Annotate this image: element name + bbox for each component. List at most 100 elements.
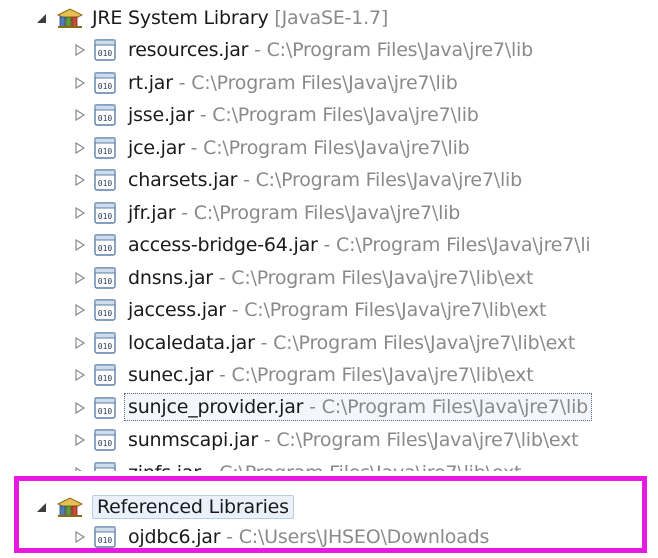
collapsed-triangle-icon[interactable] — [73, 206, 87, 220]
jar-path: C:\Program Files\Java\jre7\lib\ext — [219, 462, 521, 471]
tree-node-jar[interactable]: 010 sunec.jar - C:\Program Files\Java\jre… — [0, 359, 658, 391]
jar-label: charsets.jar - C:\Program Files\Java\jre… — [128, 167, 522, 193]
jar-icon: 010 — [94, 429, 116, 451]
jar-separator: - — [184, 137, 204, 159]
jre-version-decoration: [JavaSE-1.7] — [274, 7, 389, 29]
collapsed-triangle-icon[interactable] — [73, 336, 87, 350]
jar-name: sunmscapi.jar — [128, 429, 258, 451]
jar-icon: 010 — [94, 234, 116, 256]
jre-library-label: JRE System Library [JavaSE-1.7] — [92, 5, 388, 31]
jar-path: C:\Program Files\Java\jre7\lib — [255, 169, 523, 191]
tree-node-jar[interactable]: 010 sunjce_provider.jar - C:\Program File… — [0, 392, 658, 424]
svg-text:010: 010 — [98, 439, 113, 448]
collapsed-triangle-icon[interactable] — [73, 303, 87, 317]
jar-icon: 010 — [94, 39, 116, 61]
jar-icon: 010 — [94, 364, 116, 386]
jar-name: resources.jar — [128, 39, 249, 61]
jar-name: rt.jar — [128, 72, 173, 94]
jar-path: C:\Program Files\Java\jre7\lib — [203, 137, 470, 159]
jar-icon: 010 — [94, 202, 116, 224]
tree-node-jar[interactable]: 010 access-bridge-64.jar - C:\Program Fil… — [0, 229, 658, 261]
collapsed-triangle-icon[interactable] — [73, 401, 87, 415]
jar-path: C:\Program Files\Java\jre7\lib — [266, 39, 534, 61]
svg-text:010: 010 — [98, 179, 113, 188]
jar-icon: 010 — [94, 299, 116, 321]
jar-label: localedata.jar - C:\Program Files\Java\j… — [128, 330, 575, 356]
library-icon — [57, 497, 83, 517]
jar-name: jsse.jar — [128, 104, 194, 126]
jar-icon: 010 — [94, 397, 116, 419]
jar-path: C:\Program Files\Java\jre7\lib\ext — [244, 299, 547, 321]
collapsed-triangle-icon[interactable] — [73, 466, 87, 471]
jar-path: C:\Program Files\Java\jre7\lib\ext — [276, 429, 579, 451]
jar-label: jaccess.jar - C:\Program Files\Java\jre7… — [128, 297, 546, 323]
jar-separator: - — [303, 396, 322, 418]
tree-node-jar[interactable]: 010 dnsns.jar - C:\Program Files\Java\jre… — [0, 262, 658, 294]
collapsed-triangle-icon[interactable] — [73, 43, 87, 57]
jar-separator: - — [237, 169, 256, 191]
jar-label: zipfs.jar - C:\Program Files\Java\jre7\l… — [128, 460, 521, 471]
jar-separator: - — [193, 104, 213, 126]
referenced-libraries-name: Referenced Libraries — [92, 495, 294, 519]
jar-separator: - — [201, 462, 219, 471]
svg-text:010: 010 — [98, 374, 113, 383]
tree-node-jre-system-library[interactable]: JRE System Library [JavaSE-1.7] — [0, 2, 658, 34]
jar-label: sunec.jar - C:\Program Files\Java\jre7\l… — [128, 362, 534, 388]
tree-node-jar[interactable]: 010 localedata.jar - C:\Program Files\Jav… — [0, 327, 658, 359]
package-explorer-tree: JRE System Library [JavaSE-1.7] 010 resou… — [0, 0, 658, 558]
jar-icon: 010 — [94, 72, 116, 94]
tree-node-jar[interactable]: 010 zipfs.jar - C:\Program Files\Java\jre… — [0, 457, 658, 471]
svg-text:010: 010 — [98, 114, 113, 123]
jar-label: sunjce_provider.jar - C:\Program Files\J… — [124, 393, 593, 421]
jar-icon: 010 — [94, 137, 116, 159]
jar-label: sunmscapi.jar - C:\Program Files\Java\jr… — [128, 427, 579, 453]
tree-node-jar[interactable]: 010 ojdbc6.jar - C:\Users\JHSEO\Downloads — [0, 521, 658, 553]
svg-text:010: 010 — [98, 244, 113, 253]
tree-node-referenced-libraries[interactable]: Referenced Libraries — [0, 491, 640, 523]
expanded-triangle-icon[interactable] — [34, 11, 48, 25]
expanded-triangle-icon[interactable] — [34, 500, 48, 514]
tree-node-jar[interactable]: 010 jaccess.jar - C:\Program Files\Java\j… — [0, 294, 658, 326]
jar-name: jce.jar — [128, 137, 185, 159]
jar-name: dnsns.jar — [128, 267, 213, 289]
jar-name: access-bridge-64.jar — [128, 234, 318, 256]
collapsed-triangle-icon[interactable] — [73, 141, 87, 155]
tree-node-jar[interactable]: 010 charsets.jar - C:\Program Files\Java\… — [0, 164, 658, 196]
svg-text:010: 010 — [98, 212, 113, 221]
svg-text:010: 010 — [98, 82, 113, 91]
tree-node-jar[interactable]: 010 jce.jar - C:\Program Files\Java\jre7\… — [0, 132, 658, 164]
tree-node-jar[interactable]: 010 rt.jar - C:\Program Files\Java\jre7\l… — [0, 67, 658, 99]
jar-name: sunec.jar — [128, 364, 214, 386]
jar-separator: - — [248, 39, 267, 61]
svg-text:010: 010 — [98, 407, 113, 416]
jar-path: C:\Program Files\Java\jre7\lib\ext — [273, 332, 576, 354]
tree-node-jar[interactable]: 010 sunmscapi.jar - C:\Program Files\Java… — [0, 424, 658, 456]
jar-separator: - — [220, 526, 239, 548]
jar-icon: 010 — [94, 462, 116, 471]
collapsed-triangle-icon[interactable] — [73, 368, 87, 382]
collapsed-triangle-icon[interactable] — [73, 530, 87, 544]
svg-text:010: 010 — [98, 49, 113, 58]
collapsed-triangle-icon[interactable] — [73, 76, 87, 90]
library-icon — [57, 8, 83, 28]
jar-path: C:\Program Files\Java\jre7\lib — [191, 72, 458, 94]
jar-label: ojdbc6.jar - C:\Users\JHSEO\Downloads — [128, 524, 489, 550]
jar-name: charsets.jar — [128, 169, 238, 191]
tree-node-jar[interactable]: 010 jsse.jar - C:\Program Files\Java\jre7… — [0, 99, 658, 131]
jar-separator: - — [212, 267, 232, 289]
collapsed-triangle-icon[interactable] — [73, 238, 87, 252]
jar-label: jsse.jar - C:\Program Files\Java\jre7\li… — [128, 102, 479, 128]
collapsed-triangle-icon[interactable] — [73, 108, 87, 122]
tree-node-jar[interactable]: 010 resources.jar - C:\Program Files\Java… — [0, 34, 658, 66]
jar-separator: - — [225, 299, 245, 321]
jar-label: resources.jar - C:\Program Files\Java\jr… — [128, 37, 533, 63]
jar-label: dnsns.jar - C:\Program Files\Java\jre7\l… — [128, 265, 533, 291]
jar-icon: 010 — [94, 267, 116, 289]
collapsed-triangle-icon[interactable] — [73, 433, 87, 447]
jar-separator: - — [258, 429, 277, 451]
svg-text:010: 010 — [98, 536, 113, 545]
tree-node-jar[interactable]: 010 jfr.jar - C:\Program Files\Java\jre7\… — [0, 197, 658, 229]
jar-separator: - — [254, 332, 274, 354]
collapsed-triangle-icon[interactable] — [73, 271, 87, 285]
collapsed-triangle-icon[interactable] — [73, 173, 87, 187]
